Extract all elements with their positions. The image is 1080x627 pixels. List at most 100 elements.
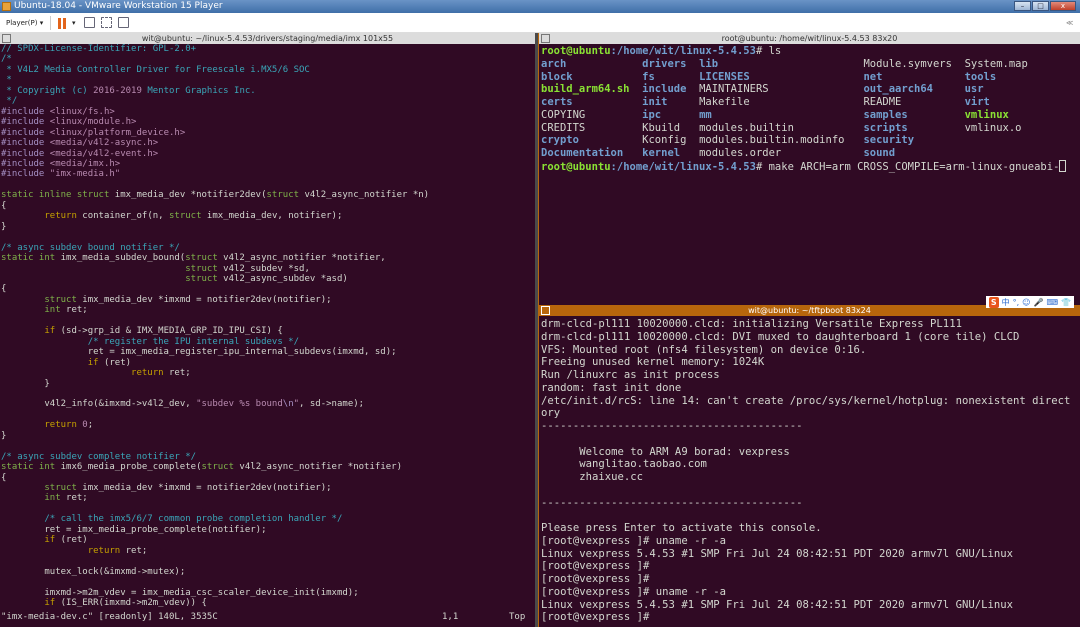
ls-entry[interactable]: security: [863, 134, 964, 146]
ls-entry[interactable]: crypto: [541, 134, 642, 146]
code-line: * Copyright (c) 2016-2019 Mentor Graphic…: [1, 86, 429, 96]
ls-entry[interactable]: arch: [541, 58, 642, 70]
ls-entry[interactable]: vmlinux.o: [965, 122, 1066, 134]
ls-entry[interactable]: README: [863, 96, 964, 108]
ls-entry[interactable]: LICENSES: [699, 71, 863, 83]
code-line: if (ret): [1, 358, 429, 368]
code-token: }: [1, 378, 50, 389]
fullscreen-icon[interactable]: [101, 17, 112, 28]
ls-entry[interactable]: usr: [965, 83, 1066, 95]
ime-button[interactable]: ⌨: [1046, 297, 1058, 308]
pause-dropdown-icon[interactable]: ▾: [72, 17, 76, 29]
send-ctrl-alt-del-icon[interactable]: [84, 17, 95, 28]
ls-entry[interactable]: lib: [699, 58, 863, 70]
ls-entry[interactable]: modules.order: [699, 147, 863, 159]
ls-entry[interactable]: block: [541, 71, 642, 83]
code-token: {: [1, 200, 7, 211]
terminal-menu-icon[interactable]: [541, 34, 550, 43]
console-line: [root@vexpress ]#: [541, 611, 650, 624]
ime-toolbar[interactable]: S 中 °, ☺ 🎤 ⌨ 👕: [985, 296, 1074, 308]
code-token: int: [44, 493, 61, 504]
close-button[interactable]: x: [1050, 1, 1076, 11]
ls-entry[interactable]: vmlinux: [965, 109, 1066, 121]
ls-entry[interactable]: certs: [541, 96, 642, 108]
ls-entry[interactable]: [965, 147, 1066, 159]
ls-entry[interactable]: virt: [965, 96, 1066, 108]
code-token: v4l2_async_notifier *notifier): [234, 462, 402, 473]
ls-entry[interactable]: out_aarch64: [863, 83, 964, 95]
ls-entry[interactable]: COPYING: [541, 109, 642, 121]
ls-entry[interactable]: net: [863, 71, 964, 83]
code-token: v4l2_async_notifier *n): [299, 190, 430, 201]
ls-entry[interactable]: MAINTAINERS: [699, 83, 863, 95]
unity-icon[interactable]: [118, 17, 129, 28]
console-line: drm-clcd-pl111 10020000.clcd: DVI muxed …: [541, 330, 1020, 343]
ls-entry[interactable]: fs: [642, 71, 699, 83]
ls-entry[interactable]: Makefile: [699, 96, 863, 108]
code-token: #include: [1, 117, 50, 128]
console-line: /etc/init.d/rcS: line 14: can't create /…: [541, 394, 1071, 407]
vmware-toolbar: Player(P) ▾ ▾ ≪: [0, 13, 1080, 33]
ls-entry[interactable]: include: [642, 83, 699, 95]
code-token: struct: [44, 483, 77, 494]
ls-entry[interactable]: kernel: [642, 147, 699, 159]
command-text: make ARCH=arm CROSS_COMPILE=arm-linux-gn…: [768, 160, 1060, 173]
ls-entry[interactable]: tools: [965, 71, 1066, 83]
ls-entry[interactable]: System.map: [965, 58, 1066, 70]
ls-entry[interactable]: Module.symvers: [863, 58, 964, 70]
ime-button[interactable]: 👕: [1061, 297, 1071, 308]
ls-entry[interactable]: modules.builtin: [699, 122, 863, 134]
minimize-button[interactable]: –: [1014, 1, 1031, 11]
maximize-button[interactable]: □: [1032, 1, 1049, 11]
ls-entry[interactable]: ipc: [642, 109, 699, 121]
ime-button[interactable]: °,: [1013, 297, 1020, 308]
terminal-menu-icon[interactable]: [541, 306, 550, 315]
ime-button[interactable]: 中: [1002, 297, 1010, 308]
code-view[interactable]: // SPDX-License-Identifier: GPL-2.0+/* *…: [1, 44, 429, 608]
left-terminal[interactable]: wit@ubuntu: ~/linux-5.4.53/drivers/stagi…: [0, 33, 535, 627]
ls-entry[interactable]: [965, 134, 1066, 146]
ls-entry[interactable]: drivers: [642, 58, 699, 70]
console-line: VFS: Mounted root (nfs4 filesystem) on d…: [541, 343, 867, 356]
code-line: *: [1, 75, 429, 85]
code-token: struct: [266, 190, 300, 201]
ls-entry[interactable]: Kconfig: [642, 134, 699, 146]
player-menu[interactable]: Player(P) ▾: [6, 17, 43, 29]
pause-icon[interactable]: [58, 18, 67, 29]
code-token: static int: [1, 462, 56, 473]
collapse-toolbar-icon[interactable]: ≪: [1066, 17, 1073, 29]
ls-entry[interactable]: Kbuild: [642, 122, 699, 134]
ls-entry[interactable]: Documentation: [541, 147, 642, 159]
code-token: #include: [1, 148, 50, 159]
console-line: drm-clcd-pl111 10020000.clcd: initializi…: [541, 318, 962, 330]
bottom-right-terminal[interactable]: wit@ubuntu: ~/tftpboot 83x24 S 中 °, ☺ 🎤 ⌨ 👕 dr…: [538, 296, 1080, 627]
code-token: #include: [1, 138, 50, 149]
code-token: (sd->grp_id & IMX_MEDIA_GRP_ID_IPU_CSI) …: [55, 326, 283, 337]
ls-entry[interactable]: build_arm64.sh: [541, 83, 642, 95]
ls-entry[interactable]: samples: [863, 109, 964, 121]
top-right-terminal[interactable]: root@ubuntu: /home/wit/linux-5.4.53 83x2…: [538, 33, 1080, 305]
ls-entry[interactable]: modules.builtin.modinfo: [699, 134, 863, 146]
ls-entry[interactable]: sound: [863, 147, 964, 159]
ls-entry[interactable]: CREDITS: [541, 122, 642, 134]
ls-entry[interactable]: scripts: [863, 122, 964, 134]
top-right-terminal-title: root@ubuntu: /home/wit/linux-5.4.53 83x2…: [721, 34, 898, 43]
code-token: /*: [1, 54, 12, 65]
console-line: Linux vexpress 5.4.53 #1 SMP Fri Jul 24 …: [541, 547, 1013, 560]
ime-button[interactable]: 🎤: [1034, 297, 1044, 308]
console-line: Linux vexpress 5.4.53 #1 SMP Fri Jul 24 …: [541, 598, 1013, 611]
console-line: ----------------------------------------…: [541, 496, 803, 509]
ls-entry[interactable]: init: [642, 96, 699, 108]
code-token: ret;: [163, 368, 191, 379]
ime-button[interactable]: ☺: [1022, 297, 1030, 308]
code-token: struct: [44, 294, 77, 305]
code-token: }: [1, 430, 7, 441]
status-file: "imx-media-dev.c" [readonly] 140L, 3535C: [1, 612, 218, 622]
terminal-menu-icon[interactable]: [2, 34, 11, 43]
ls-entry[interactable]: mm: [699, 109, 863, 121]
code-line: static int imx_media_subdev_bound(struct…: [1, 253, 429, 263]
bottom-right-terminal-title: wit@ubuntu: ~/tftpboot 83x24: [748, 306, 871, 315]
